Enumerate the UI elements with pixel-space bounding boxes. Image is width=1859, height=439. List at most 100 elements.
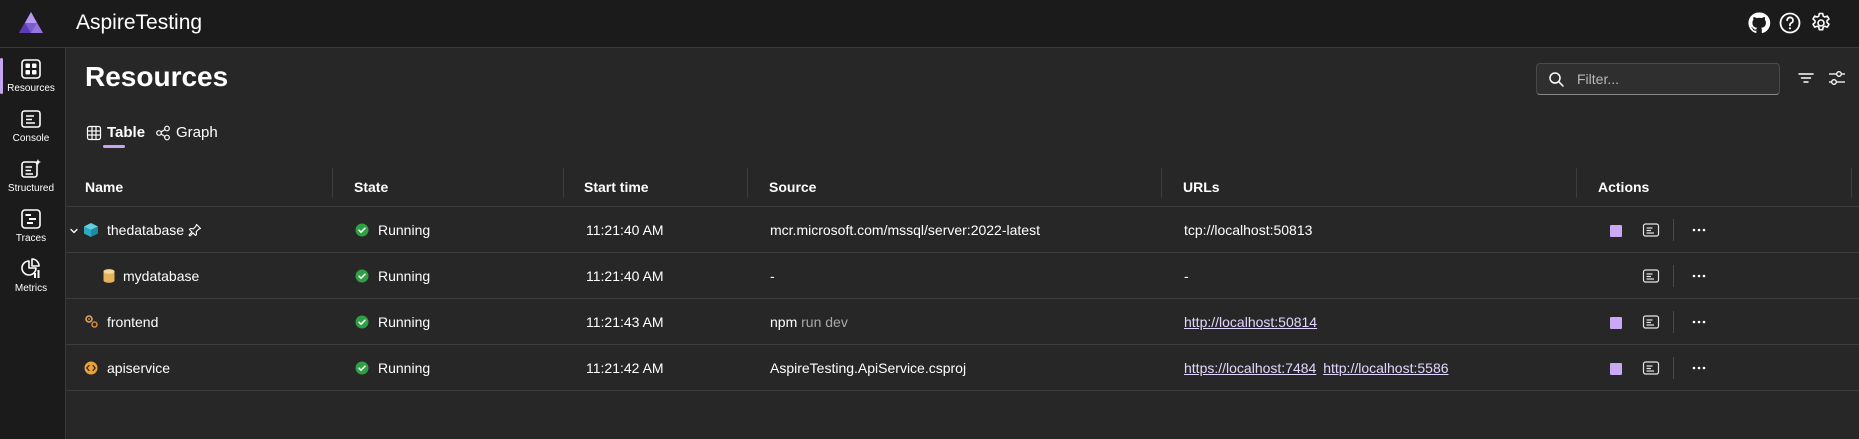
url-cell: http://localhost:50814: [1184, 299, 1317, 345]
console-logs-icon[interactable]: [1642, 222, 1660, 238]
stop-button[interactable]: [1610, 225, 1622, 237]
resource-name: frontend: [107, 314, 159, 330]
nav-item-traces[interactable]: Traces: [0, 202, 66, 252]
nav-label: Console: [12, 133, 50, 144]
grid-header: Name State Start time Source URLs Action…: [66, 168, 1859, 207]
source-text: -: [770, 268, 775, 284]
database-icon: [103, 269, 115, 283]
console-logs-icon[interactable]: [1642, 314, 1660, 330]
metrics-icon: [21, 258, 40, 278]
table-icon: [86, 125, 102, 141]
column-resize-handle[interactable]: [332, 168, 333, 198]
project-icon: [84, 361, 98, 375]
more-options-icon[interactable]: [1690, 360, 1708, 376]
column-resize-handle[interactable]: [563, 168, 564, 198]
console-logs-icon[interactable]: [1642, 360, 1660, 376]
nav-item-structured[interactable]: Structured: [0, 152, 66, 202]
active-tab-indicator: [103, 145, 125, 148]
search-icon: [1549, 72, 1564, 87]
column-header-name[interactable]: Name: [85, 168, 123, 207]
resource-name: thedatabase: [107, 222, 185, 238]
source-text: AspireTesting.ApiService.csproj: [770, 360, 967, 376]
nav-label: Traces: [15, 233, 47, 244]
source-text: mcr.microsoft.com/mssql/server:2022-late…: [770, 222, 1040, 238]
settings-icon[interactable]: [1809, 11, 1833, 35]
column-resize-handle[interactable]: [1851, 168, 1852, 198]
filter-input[interactable]: [1577, 68, 1772, 90]
source-args: run dev: [801, 314, 848, 330]
column-header-urls[interactable]: URLs: [1183, 168, 1220, 207]
stop-button[interactable]: [1610, 363, 1622, 375]
table-row[interactable]: frontend Running 11:21:43 AM npm run dev…: [66, 299, 1859, 345]
resource-name: apiservice: [107, 360, 171, 376]
graph-icon: [156, 125, 170, 141]
tab-label: Graph: [176, 124, 218, 141]
console-icon: [21, 110, 41, 128]
running-status-icon: [355, 223, 369, 237]
start-time: 11:21:42 AM: [586, 360, 664, 376]
nav-label: Structured: [7, 183, 55, 194]
column-resize-handle[interactable]: [1576, 168, 1577, 198]
pin-icon[interactable]: [188, 223, 202, 237]
github-icon[interactable]: [1747, 11, 1771, 35]
start-time: 11:21:43 AM: [586, 314, 664, 330]
side-nav: Resources Console Structured Traces Metr…: [0, 48, 66, 439]
nav-item-resources[interactable]: Resources: [0, 52, 66, 102]
url-link[interactable]: http://localhost:50814: [1184, 314, 1317, 330]
nav-label: Metrics: [14, 283, 48, 294]
resources-icon: [21, 59, 41, 79]
table-row[interactable]: mydatabase Running 11:21:40 AM - -: [66, 253, 1859, 299]
filter-box[interactable]: [1536, 63, 1780, 95]
console-logs-icon[interactable]: [1642, 268, 1660, 284]
filter-list-icon[interactable]: [1796, 68, 1816, 88]
start-time: 11:21:40 AM: [586, 222, 664, 238]
more-options-icon[interactable]: [1690, 222, 1708, 238]
column-header-actions: Actions: [1598, 179, 1650, 195]
tab-label: Table: [107, 124, 146, 141]
url-text: tcp://localhost:50813: [1184, 222, 1313, 238]
actions-divider: [1673, 265, 1674, 287]
executable-icon: [85, 315, 98, 328]
column-options-icon[interactable]: [1827, 68, 1847, 88]
nav-item-console[interactable]: Console: [0, 102, 66, 152]
column-resize-handle[interactable]: [1161, 168, 1162, 198]
table-row[interactable]: apiservice Running 11:21:42 AM AspireTes…: [66, 345, 1859, 391]
source-cell: npm run dev: [770, 299, 848, 345]
column-header-start-time[interactable]: Start time: [584, 168, 649, 207]
actions-divider: [1673, 219, 1674, 241]
actions-divider: [1673, 311, 1674, 333]
nav-item-metrics[interactable]: Metrics: [0, 252, 66, 302]
state-text: Running: [378, 268, 431, 284]
state-text: Running: [378, 222, 431, 238]
more-options-icon[interactable]: [1690, 268, 1708, 284]
start-time: 11:21:40 AM: [586, 268, 664, 284]
url-link[interactable]: https://localhost:7484: [1184, 360, 1316, 376]
stop-button[interactable]: [1610, 317, 1622, 329]
page-title: Resources: [85, 61, 229, 92]
state-text: Running: [378, 360, 431, 376]
column-header-source[interactable]: Source: [769, 168, 816, 207]
table-row[interactable]: thedatabase Running 11:21:40 AM mcr.micr…: [66, 207, 1859, 253]
container-icon: [84, 223, 98, 237]
actions-divider: [1673, 357, 1674, 379]
running-status-icon: [355, 269, 369, 283]
column-resize-handle[interactable]: [747, 168, 748, 198]
structured-icon: [21, 159, 41, 178]
url-link[interactable]: http://localhost:5586: [1323, 360, 1448, 376]
url-cell: https://localhost:7484 http://localhost:…: [1184, 345, 1449, 391]
traces-icon: [21, 209, 41, 229]
chevron-down-icon[interactable]: [69, 226, 79, 236]
app-title[interactable]: AspireTesting: [76, 11, 202, 35]
running-status-icon: [355, 361, 369, 375]
column-header-state[interactable]: State: [354, 168, 388, 207]
more-options-icon[interactable]: [1690, 314, 1708, 330]
help-icon[interactable]: [1778, 11, 1802, 35]
running-status-icon: [355, 315, 369, 329]
resource-name: mydatabase: [123, 268, 200, 284]
nav-label: Resources: [7, 83, 55, 94]
state-text: Running: [378, 314, 431, 330]
top-bar: AspireTesting: [0, 0, 1859, 48]
aspire-logo-icon[interactable]: [18, 11, 44, 35]
source-text: npm: [770, 314, 798, 330]
url-text: -: [1184, 268, 1189, 284]
